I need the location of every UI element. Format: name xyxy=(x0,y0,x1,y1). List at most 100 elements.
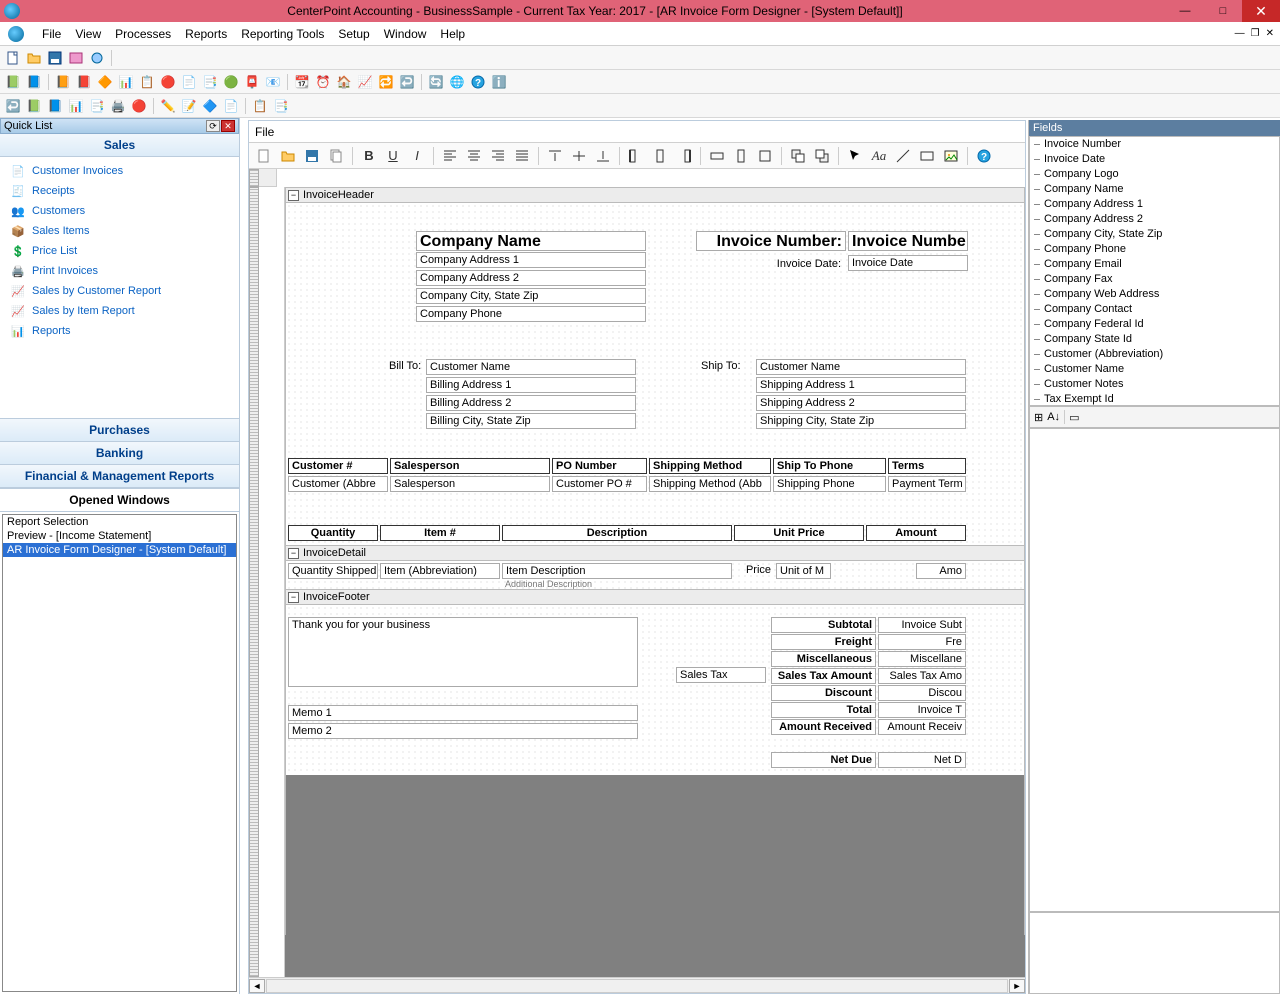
col-description[interactable]: Description xyxy=(502,525,732,541)
hdr-ship-to-phone[interactable]: Ship To Phone xyxy=(773,458,886,474)
menu-setup[interactable]: Setup xyxy=(338,27,369,41)
section-body-invoicefooter[interactable]: Thank you for your business Sales Tax Me… xyxy=(285,605,1025,775)
dtb-pointer-icon[interactable] xyxy=(844,145,866,167)
tb3-7[interactable]: 🔴 xyxy=(130,97,148,115)
col-quantity[interactable]: Quantity xyxy=(288,525,378,541)
detail-item[interactable]: Item (Abbreviation) xyxy=(380,563,500,579)
field-bill-name[interactable]: Customer Name xyxy=(426,359,636,375)
tb3-10[interactable]: 🔷 xyxy=(201,97,219,115)
lbl-net-due[interactable]: Net Due xyxy=(771,752,876,768)
footer-sales-tax[interactable]: Sales Tax xyxy=(676,667,766,683)
menu-help[interactable]: Help xyxy=(440,27,465,41)
field-company-name[interactable]: Company Name xyxy=(416,231,646,251)
ql-section-financial[interactable]: Financial & Management Reports xyxy=(0,465,239,488)
dtb-underline-icon[interactable]: U xyxy=(382,145,404,167)
tb2-19[interactable]: ↩️ xyxy=(398,73,416,91)
dtb-designer-help-icon[interactable]: ? xyxy=(973,145,995,167)
field-item[interactable]: Company State Id xyxy=(1030,332,1279,347)
dtb-send-back-icon[interactable] xyxy=(811,145,833,167)
detail-amount[interactable]: Amo xyxy=(916,563,966,579)
menu-window[interactable]: Window xyxy=(384,27,427,41)
prop-categorized-icon[interactable]: ⊞ xyxy=(1034,411,1043,424)
section-header-invoiceheader[interactable]: − InvoiceHeader xyxy=(285,187,1025,203)
tb3-13[interactable]: 📑 xyxy=(272,97,290,115)
collapse-icon[interactable]: − xyxy=(288,548,299,559)
tb2-9[interactable]: 📄 xyxy=(180,73,198,91)
quick-list-close-button[interactable]: ✕ xyxy=(221,120,235,132)
ruler-grip[interactable] xyxy=(249,169,259,187)
ql-section-banking[interactable]: Banking xyxy=(0,442,239,465)
dtb-size-2[interactable] xyxy=(730,145,752,167)
tb3-11[interactable]: 📄 xyxy=(222,97,240,115)
field-bill-csz[interactable]: Billing City, State Zip xyxy=(426,413,636,429)
field-bill-addr1[interactable]: Billing Address 1 xyxy=(426,377,636,393)
dtb-open-icon[interactable] xyxy=(277,145,299,167)
field-item[interactable]: Tax Exempt Id xyxy=(1030,392,1279,406)
scroll-left-button[interactable]: ◄ xyxy=(249,979,265,993)
tb2-13[interactable]: 📧 xyxy=(264,73,282,91)
menu-view[interactable]: View xyxy=(75,27,101,41)
lbl-misc[interactable]: Miscellaneous xyxy=(771,651,876,667)
footer-memo2[interactable]: Memo 2 xyxy=(288,723,638,739)
detail-desc[interactable]: Item Description xyxy=(502,563,732,579)
tb2-2[interactable]: 📘 xyxy=(25,73,43,91)
val-total[interactable]: Invoice T xyxy=(878,702,966,718)
lbl-discount[interactable]: Discount xyxy=(771,685,876,701)
field-ship-name[interactable]: Customer Name xyxy=(756,359,966,375)
dtb-bring-front-icon[interactable] xyxy=(787,145,809,167)
detail-desc2[interactable]: Additional Description xyxy=(502,578,732,590)
opened-window-item[interactable]: Report Selection xyxy=(3,515,236,529)
dtb-valign-top-icon[interactable] xyxy=(544,145,566,167)
tb-btn-4[interactable] xyxy=(67,49,85,67)
val-subtotal[interactable]: Invoice Subt xyxy=(878,617,966,633)
ql-item-price-list[interactable]: 💲Price List xyxy=(0,241,239,261)
opened-window-item-selected[interactable]: AR Invoice Form Designer - [System Defau… xyxy=(3,543,236,557)
dtb-size-3[interactable] xyxy=(754,145,776,167)
field-item[interactable]: Company Phone xyxy=(1030,242,1279,257)
val-salestax[interactable]: Sales Tax Amo xyxy=(878,668,966,684)
detail-price-lbl[interactable]: Price xyxy=(734,563,774,577)
val-discount[interactable]: Discou xyxy=(878,685,966,701)
dtb-valign-bottom-icon[interactable] xyxy=(592,145,614,167)
field-item[interactable]: Customer Name xyxy=(1030,362,1279,377)
tb3-12[interactable]: 📋 xyxy=(251,97,269,115)
tb2-4[interactable]: 📕 xyxy=(75,73,93,91)
tb2-21[interactable]: 🌐 xyxy=(448,73,466,91)
opened-window-item[interactable]: Preview - [Income Statement] xyxy=(3,529,236,543)
field-item[interactable]: Customer Notes xyxy=(1030,377,1279,392)
field-ship-csz[interactable]: Shipping City, State Zip xyxy=(756,413,966,429)
tb2-20[interactable]: 🔄 xyxy=(427,73,445,91)
tb2-5[interactable]: 🔶 xyxy=(96,73,114,91)
tb3-2[interactable]: 📗 xyxy=(25,97,43,115)
val-misc[interactable]: Miscellane xyxy=(878,651,966,667)
ql-item-customers[interactable]: 👥Customers xyxy=(0,201,239,221)
field-company-addr1[interactable]: Company Address 1 xyxy=(416,252,646,268)
fields-list[interactable]: Invoice Number Invoice Date Company Logo… xyxy=(1029,136,1280,406)
close-button[interactable]: ✕ xyxy=(1242,0,1280,22)
tb3-8[interactable]: ✏️ xyxy=(159,97,177,115)
scroll-track[interactable] xyxy=(266,979,1008,993)
dtb-italic-icon[interactable]: I xyxy=(406,145,428,167)
ql-item-sales-by-item[interactable]: 📈Sales by Item Report xyxy=(0,301,239,321)
prop-sort-icon[interactable]: A↓ xyxy=(1047,411,1060,423)
section-header-invoicedetail[interactable]: − InvoiceDetail xyxy=(285,545,1025,561)
footer-memo1[interactable]: Memo 1 xyxy=(288,705,638,721)
field-company-addr2[interactable]: Company Address 2 xyxy=(416,270,646,286)
lbl-salestax[interactable]: Sales Tax Amount xyxy=(771,668,876,684)
quick-list-section-sales[interactable]: Sales xyxy=(0,134,239,157)
dtb-copy-icon[interactable] xyxy=(325,145,347,167)
dtb-save-icon[interactable] xyxy=(301,145,323,167)
val-freight[interactable]: Fre xyxy=(878,634,966,650)
designer-menu-file[interactable]: File xyxy=(255,125,274,139)
tb3-5[interactable]: 📑 xyxy=(88,97,106,115)
field-ship-addr1[interactable]: Shipping Address 1 xyxy=(756,377,966,393)
tb3-6[interactable]: 🖨️ xyxy=(109,97,127,115)
tb2-info-icon[interactable]: ℹ️ xyxy=(490,73,508,91)
dtb-rect-icon[interactable] xyxy=(916,145,938,167)
dtb-image-icon[interactable] xyxy=(940,145,962,167)
field-company-phone[interactable]: Company Phone xyxy=(416,306,646,322)
tb2-15[interactable]: ⏰ xyxy=(314,73,332,91)
val-shipping-method[interactable]: Shipping Method (Abb xyxy=(649,476,771,492)
tb2-1[interactable]: 📗 xyxy=(4,73,22,91)
label-bill-to[interactable]: Bill To: xyxy=(386,359,426,373)
